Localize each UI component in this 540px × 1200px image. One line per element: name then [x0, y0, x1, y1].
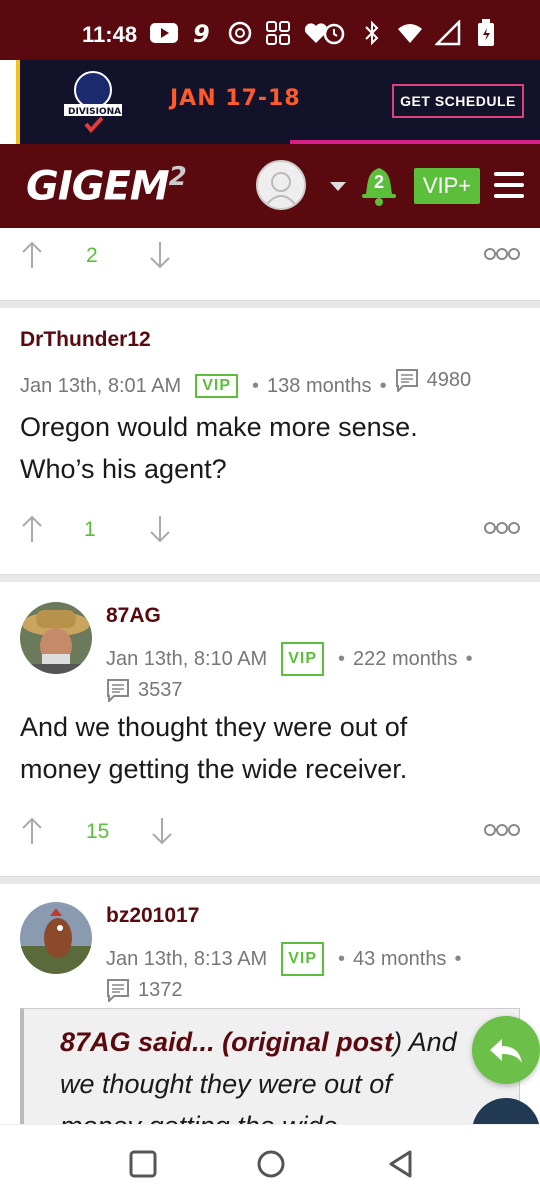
post-tenure: 222 months [353, 648, 458, 670]
meta-separator: • [379, 375, 387, 397]
quote-close: ) [393, 1027, 403, 1057]
quoted-post: 87AG said... (original post) And we thou… [20, 1008, 520, 1124]
quote-text: we thought they were out of [60, 1069, 392, 1099]
meta-separator: • [252, 375, 260, 397]
site-logo-sup: 2 [168, 162, 187, 192]
post-body-line: money getting the wide receiver. [20, 754, 408, 784]
site-logo[interactable]: GIGEM2 [26, 162, 187, 209]
post-tenure: 138 months [267, 375, 372, 397]
bluetooth-icon [358, 20, 386, 46]
meta-separator: • [338, 948, 346, 970]
post-date: Jan 13th, 8:13 AM [106, 948, 268, 970]
post-tenure: 43 months [353, 948, 447, 970]
avatar[interactable] [20, 602, 92, 674]
vote-count: 15 [86, 820, 110, 843]
nfl-divisional-logo: DIVISIONAL [58, 68, 128, 134]
ad-content[interactable]: DIVISIONAL JAN 17-18 GET SCHEDULE [16, 60, 540, 144]
user-avatar-button[interactable] [256, 160, 306, 210]
home-button[interactable] [256, 1149, 286, 1179]
vote-bar: 2 [20, 236, 520, 276]
upvote-arrow-icon[interactable] [20, 816, 44, 846]
downvote-arrow-icon[interactable] [148, 240, 172, 270]
ad-dates: JAN 17-18 [170, 86, 301, 111]
upvote-arrow-icon[interactable] [20, 514, 44, 544]
post-body-line: Who’s his agent? [20, 454, 227, 484]
vote-count: 2 [86, 244, 98, 267]
comments-feed[interactable]: 2 DrThunder12 Jan 13th, 8:01 AM VIP • 138 m… [0, 228, 540, 1124]
openai-icon [226, 20, 254, 46]
site-header: GIGEM2 2 VIP+ [0, 144, 540, 228]
wifi-icon [396, 20, 424, 46]
avatar[interactable] [20, 902, 92, 974]
notification-count: 2 [373, 172, 384, 192]
chevron-down-icon[interactable] [330, 182, 346, 191]
status-time: 11:48 [82, 22, 138, 47]
post-count-value: 4980 [426, 368, 472, 391]
get-schedule-button[interactable]: GET SCHEDULE [392, 84, 524, 118]
youtube-icon [150, 20, 178, 46]
upvote-arrow-icon[interactable] [20, 240, 44, 270]
vote-bar: 1 [20, 510, 520, 550]
vote-count: 1 [84, 518, 96, 541]
post-body-line: And we thought they were out of [20, 712, 408, 742]
alarm-icon [320, 20, 348, 46]
vote-bar: 15 [20, 812, 520, 852]
post-body-line: Oregon would make more sense. [20, 412, 418, 442]
quote-text: money getting the wide [60, 1105, 505, 1124]
nine-app-icon: 9 [188, 20, 216, 46]
post-separator [0, 574, 540, 582]
post-count: 3537 [106, 676, 183, 704]
vip-badge: VIP [281, 642, 325, 676]
battery-icon [472, 19, 500, 46]
downvote-arrow-icon[interactable] [150, 816, 174, 846]
ad-banner[interactable]: DIVISIONAL JAN 17-18 GET SCHEDULE [0, 60, 540, 144]
post-username[interactable]: DrThunder12 [20, 328, 151, 352]
vip-plus-button[interactable]: VIP+ [414, 168, 480, 204]
reply-arrow-icon [490, 1039, 522, 1063]
post-count-value: 1372 [138, 979, 183, 1001]
post-count: 4980 [395, 368, 472, 392]
status-bar: 11:48 9 [0, 0, 540, 60]
post-body: Oregon would make more sense. Who’s his … [20, 406, 520, 490]
quote-text: And [408, 1027, 457, 1057]
meta-separator: • [338, 648, 346, 670]
post-username[interactable]: bz201017 [106, 904, 199, 928]
reply-button[interactable] [472, 1016, 540, 1084]
notifications-button[interactable]: 2 [360, 166, 398, 206]
vip-badge: VIP [281, 942, 325, 976]
ad-league-text: DIVISIONAL [68, 107, 127, 117]
svg-text:9: 9 [193, 21, 210, 45]
comment-icon [107, 679, 129, 702]
post-count: 1372 [106, 976, 183, 1004]
meta-separator: • [454, 948, 462, 970]
post-separator [0, 300, 540, 308]
meta-separator: • [465, 648, 473, 670]
more-options-icon[interactable] [484, 822, 520, 838]
hamburger-menu-icon[interactable] [494, 172, 524, 198]
back-button[interactable] [386, 1149, 416, 1179]
post-separator [0, 876, 540, 884]
recent-apps-button[interactable] [128, 1149, 158, 1179]
downvote-arrow-icon[interactable] [148, 514, 172, 544]
quote-prefix: 87AG said... ( [60, 1027, 232, 1057]
post-date: Jan 13th, 8:01 AM [20, 375, 182, 397]
post-count-value: 3537 [138, 679, 183, 701]
post-meta: Jan 13th, 8:01 AM VIP • 138 months • 4980 [20, 368, 471, 398]
comment-icon [395, 369, 418, 392]
post-meta: Jan 13th, 8:10 AM VIP • 222 months • 3537 [106, 642, 526, 710]
signal-icon [434, 20, 462, 46]
post-meta: Jan 13th, 8:13 AM VIP • 43 months • 1372 [106, 942, 526, 1010]
site-logo-text[interactable]: GIGEM [26, 163, 170, 209]
system-navigation-bar [0, 1124, 540, 1200]
user-silhouette-icon [263, 172, 299, 208]
post-body: And we thought they were out of money ge… [20, 706, 520, 790]
more-options-icon[interactable] [484, 520, 520, 536]
more-options-icon[interactable] [484, 246, 520, 262]
post-date: Jan 13th, 8:10 AM [106, 648, 268, 670]
post-username[interactable]: 87AG [106, 604, 161, 628]
grid-app-icon [264, 20, 292, 46]
original-post-link[interactable]: original post [231, 1027, 393, 1057]
comment-icon [107, 979, 129, 1002]
vip-badge: VIP [195, 374, 239, 398]
